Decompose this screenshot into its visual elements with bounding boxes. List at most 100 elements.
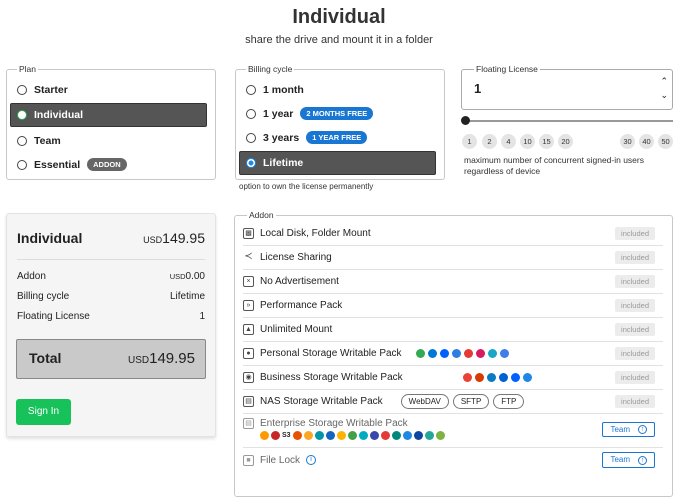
included-badge: included bbox=[615, 227, 655, 240]
addon-row-local-disk: ▩ Local Disk, Folder Mount included bbox=[243, 222, 663, 246]
slider-tick[interactable]: 4 bbox=[501, 134, 516, 149]
slider-tick[interactable]: 40 bbox=[639, 134, 654, 149]
ftp-chip: FTP bbox=[493, 394, 525, 409]
sign-in-button[interactable]: Sign In bbox=[16, 399, 71, 425]
oracle-icon bbox=[391, 431, 401, 440]
webdav-chip: WebDAV bbox=[400, 394, 449, 409]
floating-license-input[interactable]: 1 bbox=[474, 81, 664, 96]
addon-badge: ADDON bbox=[87, 158, 127, 171]
slider-tick[interactable]: 50 bbox=[658, 134, 673, 149]
included-badge: included bbox=[615, 251, 655, 264]
page-title: Individual bbox=[292, 6, 386, 28]
total-box: Total USD149.95 bbox=[16, 339, 206, 379]
azure-icon bbox=[325, 431, 335, 440]
plan-option-starter[interactable]: Starter bbox=[13, 79, 207, 100]
divider bbox=[17, 259, 205, 260]
total-amount: USD149.95 bbox=[127, 350, 195, 367]
radio-icon[interactable] bbox=[246, 84, 256, 95]
ceph-icon bbox=[402, 431, 412, 440]
yandex-icon bbox=[487, 349, 497, 358]
discount-badge: 1 YEAR FREE bbox=[306, 131, 368, 144]
radio-checked-icon[interactable] bbox=[246, 158, 256, 168]
addon-row-license-sharing: ≺ License Sharing included bbox=[243, 246, 663, 270]
radio-icon[interactable] bbox=[17, 135, 27, 146]
billing-option-1-year[interactable]: 1 year 2 MONTHS FREE bbox=[242, 103, 436, 124]
mount-icon: ▲ bbox=[243, 324, 254, 335]
arrow-up-icon: ↑ bbox=[638, 425, 647, 435]
slider-tick[interactable]: 1 bbox=[462, 134, 477, 149]
billing-group: Billing cycle 1 month 1 year 2 MONTHS FR… bbox=[235, 64, 445, 180]
included-badge: included bbox=[615, 299, 655, 312]
floating-license-field[interactable]: Floating License 1 ⌃ ⌄ bbox=[461, 64, 673, 110]
redhat-icon bbox=[271, 431, 280, 440]
onedrive-icon bbox=[427, 349, 437, 358]
sftp-chip: SFTP bbox=[452, 394, 490, 409]
addon-row-performance: » Performance Pack included bbox=[243, 294, 663, 318]
box-business-icon bbox=[498, 373, 508, 382]
addon-group: Addon ▩ Local Disk, Folder Mount include… bbox=[234, 210, 673, 497]
billing-option-3-years[interactable]: 3 years 1 YEAR FREE bbox=[242, 127, 436, 148]
addon-legend: Addon bbox=[249, 210, 274, 220]
speed-icon: » bbox=[243, 300, 254, 311]
arrow-up-icon: ↑ bbox=[638, 455, 647, 465]
slider-tick[interactable]: 15 bbox=[539, 134, 554, 149]
billing-option-lifetime[interactable]: Lifetime bbox=[239, 151, 436, 175]
addon-row-nas-storage: ▤ NAS Storage Writable Pack WebDAV SFTP … bbox=[243, 390, 663, 414]
business-storage-brands bbox=[462, 373, 532, 382]
nas-protocols: WebDAV SFTP FTP bbox=[397, 394, 525, 409]
summary-row-addon: Addon USD0.00 bbox=[17, 271, 205, 282]
personal-storage-brands bbox=[415, 349, 509, 358]
included-badge: included bbox=[615, 347, 655, 360]
team-button[interactable]: Team ↑ bbox=[602, 452, 655, 468]
lock-icon: ■ bbox=[243, 454, 254, 466]
floating-description: maximum number of concurrent signed-in u… bbox=[464, 155, 644, 176]
header: Individual share the drive and mount it … bbox=[0, 6, 678, 46]
group-icon: ◉ bbox=[243, 372, 254, 383]
billing-note: option to own the license permanently bbox=[239, 182, 374, 191]
slider-tick[interactable]: 2 bbox=[482, 134, 497, 149]
billing-option-1-month[interactable]: 1 month bbox=[242, 79, 436, 100]
gcs-icon bbox=[336, 431, 346, 440]
order-summary: Individual USD149.95 Addon USD0.00 Billi… bbox=[6, 213, 216, 437]
person-icon: ● bbox=[243, 348, 254, 359]
info-icon[interactable]: i bbox=[306, 455, 317, 465]
discount-badge: 2 MONTHS FREE bbox=[300, 107, 374, 120]
plan-option-individual[interactable]: Individual bbox=[10, 103, 207, 127]
page-subtitle: share the drive and mount it in a folder bbox=[245, 34, 433, 46]
total-label: Total bbox=[29, 350, 62, 366]
spinner-icon[interactable]: ⌃ ⌄ bbox=[660, 74, 668, 102]
enterprise-icon: ▤ bbox=[243, 418, 254, 429]
radio-icon[interactable] bbox=[17, 159, 27, 170]
digitalocean-icon bbox=[314, 431, 324, 440]
slider-tick[interactable]: 20 bbox=[558, 134, 573, 149]
included-badge: included bbox=[615, 275, 655, 288]
cloud-business-icon bbox=[522, 373, 532, 382]
office-icon bbox=[474, 373, 484, 382]
radio-icon[interactable] bbox=[246, 108, 256, 119]
included-badge: included bbox=[615, 395, 655, 408]
box-icon bbox=[451, 349, 461, 358]
storj-icon bbox=[369, 431, 379, 440]
s3-icon: S3 bbox=[282, 432, 291, 439]
enterprise-brands: S3 bbox=[260, 431, 445, 440]
plan-option-team[interactable]: Team bbox=[13, 130, 207, 151]
slider-tick[interactable]: 30 bbox=[620, 134, 635, 149]
radio-checked-icon[interactable] bbox=[17, 110, 27, 120]
slider-track[interactable] bbox=[466, 120, 673, 122]
radio-icon[interactable] bbox=[17, 84, 27, 95]
plan-option-essential[interactable]: Essential ADDON bbox=[13, 154, 207, 175]
plan-group: Plan Starter Individual Team Essential A… bbox=[6, 64, 216, 180]
slider-tick[interactable]: 10 bbox=[520, 134, 535, 149]
addon-row-no-ads: × No Advertisement included bbox=[243, 270, 663, 294]
google-drive-icon bbox=[415, 349, 425, 358]
included-badge: included bbox=[615, 323, 655, 336]
radio-icon[interactable] bbox=[246, 132, 256, 143]
ibm-icon bbox=[380, 431, 390, 440]
sharepoint-icon bbox=[486, 373, 496, 382]
slider-thumb[interactable] bbox=[461, 116, 470, 125]
floating-legend: Floating License bbox=[476, 64, 538, 74]
summary-price: USD149.95 bbox=[143, 230, 205, 246]
dropbox-business-icon bbox=[510, 373, 520, 382]
team-button[interactable]: Team ↑ bbox=[602, 422, 655, 438]
summary-row-floating: Floating License 1 bbox=[17, 311, 205, 322]
